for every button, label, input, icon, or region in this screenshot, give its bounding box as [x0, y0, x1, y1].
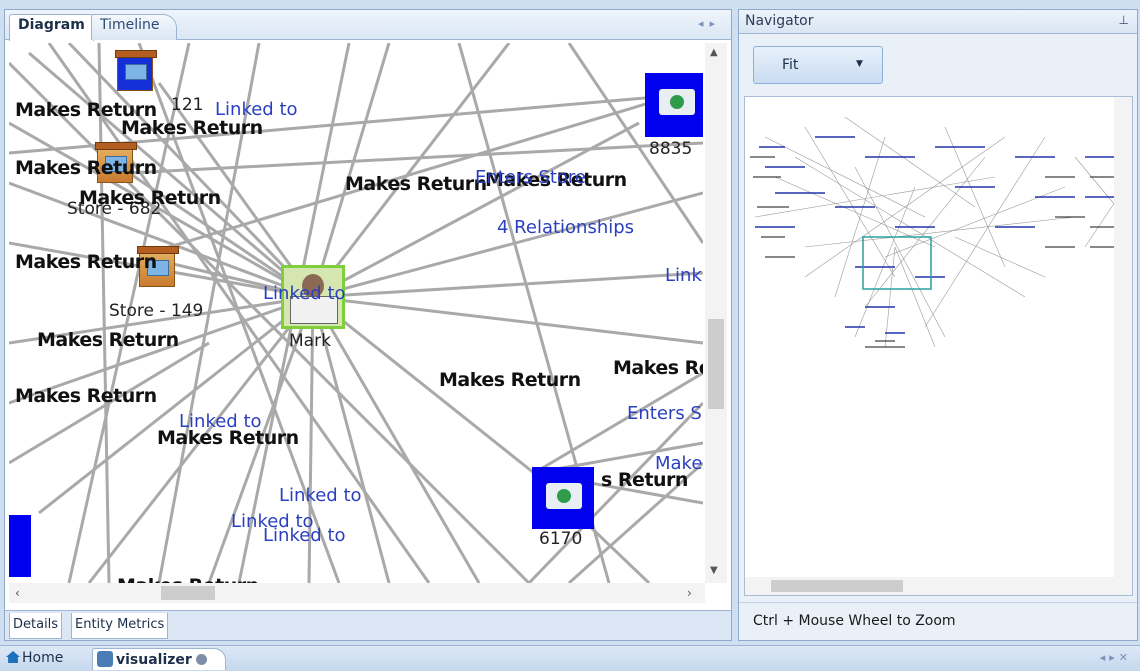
- edge-label-linked-to: Linked to: [263, 525, 346, 546]
- navigator-header: Navigator ⊥: [739, 10, 1137, 34]
- viewport-rectangle[interactable]: [862, 236, 932, 290]
- strip-controls[interactable]: ◂▸✕: [1100, 651, 1132, 664]
- node-label-8835: 8835: [649, 139, 693, 159]
- navigator-horizontal-scrollbar[interactable]: [745, 577, 1132, 595]
- navigator-panel: Navigator ⊥ Fit ▼ Ctrl + Mouse Wheel to …: [738, 9, 1138, 641]
- fit-dropdown-button[interactable]: Fit ▼: [753, 46, 883, 84]
- navigator-overview[interactable]: [744, 96, 1133, 596]
- edge-label-makes-return: Makes Return: [37, 329, 179, 351]
- edge-label-enters-s: Enters S: [627, 403, 702, 424]
- edge-label-make: Make: [655, 453, 703, 474]
- doc-tab-home[interactable]: Home: [2, 648, 67, 670]
- tab-timeline[interactable]: Timeline: [91, 14, 177, 40]
- relationships-summary-label[interactable]: 4 Relationships: [497, 217, 634, 238]
- edge-label-makes-return: Makes Return: [15, 385, 157, 407]
- navigator-horizontal-thumb[interactable]: [771, 580, 903, 592]
- edge-label-enters-store: Enters Store: [475, 167, 586, 188]
- scroll-down-icon[interactable]: ▼: [710, 565, 718, 576]
- fit-label: Fit: [782, 57, 799, 73]
- diagram-horizontal-scrollbar[interactable]: ‹ ›: [9, 583, 705, 603]
- tab-details[interactable]: Details: [9, 613, 63, 639]
- view-tabbar: Diagram Timeline ◂▸: [5, 10, 731, 41]
- edge-label-makes-return: Makes Return: [345, 173, 487, 195]
- edge-label-makes-return: Makes Return: [15, 157, 157, 179]
- document-tab-strip: Home visualizer ◂▸✕: [0, 645, 1140, 671]
- close-icon[interactable]: [195, 654, 207, 665]
- edge-label-makes-return: Makes Return: [439, 369, 581, 391]
- diagram-panel: Diagram Timeline ◂▸ 121 Store - 682 Stor…: [4, 9, 732, 641]
- app-window: Diagram Timeline ◂▸ 121 Store - 682 Stor…: [0, 0, 1140, 671]
- edge-label-makes-return: Makes Return: [121, 117, 263, 139]
- edge-label-makes-return: Makes Return: [15, 251, 157, 273]
- vertical-scroll-thumb[interactable]: [708, 319, 724, 409]
- zoom-hint: Ctrl + Mouse Wheel to Zoom: [753, 613, 956, 629]
- diagram-vertical-scrollbar[interactable]: ▲ ▼: [705, 43, 727, 583]
- chevron-down-icon: ▼: [856, 59, 863, 69]
- scroll-left-icon[interactable]: ‹: [15, 586, 20, 600]
- edge-label-makes-return: Makes Return: [117, 575, 259, 583]
- node-label-121: 121: [171, 95, 204, 115]
- node-label-6170: 6170: [539, 529, 583, 549]
- edge-label-linked-to: Linked to: [279, 485, 362, 506]
- edge-label-makes-return: Makes Return: [79, 187, 221, 209]
- tab-scroll-arrows[interactable]: ◂▸: [698, 17, 721, 30]
- horizontal-scroll-thumb[interactable]: [161, 586, 215, 600]
- graph-overview-thumbnail: [750, 116, 1126, 348]
- node-label-mark: Mark: [289, 331, 331, 351]
- scroll-up-icon[interactable]: ▲: [710, 47, 718, 58]
- doc-tab-visualizer-label: visualizer: [116, 652, 192, 668]
- entity-node-edge[interactable]: [9, 515, 31, 577]
- entity-node-8835[interactable]: [645, 73, 703, 137]
- node-label-store-149: Store - 149: [109, 301, 204, 321]
- navigator-footer: Ctrl + Mouse Wheel to Zoom: [739, 602, 1137, 640]
- edge-label-link: Link: [665, 265, 702, 286]
- doc-tab-visualizer[interactable]: visualizer: [92, 648, 226, 670]
- edge-label-linked-to: Linked to: [179, 411, 262, 432]
- edge-label-linked-to: Linked to: [263, 283, 346, 304]
- scroll-right-icon[interactable]: ›: [687, 586, 692, 600]
- visualizer-icon: [97, 651, 113, 667]
- edge-label-makes-re: Makes Re: [613, 357, 703, 379]
- navigator-title: Navigator: [745, 13, 814, 29]
- entity-node-6170[interactable]: [532, 467, 594, 529]
- bottom-tabbar: Details Entity Metrics: [5, 610, 731, 640]
- tab-entity-metrics[interactable]: Entity Metrics: [71, 613, 169, 639]
- home-icon: [6, 651, 20, 663]
- doc-tab-home-label: Home: [22, 650, 64, 666]
- pin-icon[interactable]: ⊥: [1119, 13, 1129, 27]
- store-node-121[interactable]: [115, 50, 157, 91]
- tab-diagram[interactable]: Diagram: [9, 14, 94, 41]
- navigator-vertical-scrollbar[interactable]: [1114, 97, 1132, 577]
- graph-canvas[interactable]: 121 Store - 682 Store - 149 Mark 8835 61…: [9, 43, 703, 583]
- edge-label-linked-to: Linked to: [215, 99, 298, 120]
